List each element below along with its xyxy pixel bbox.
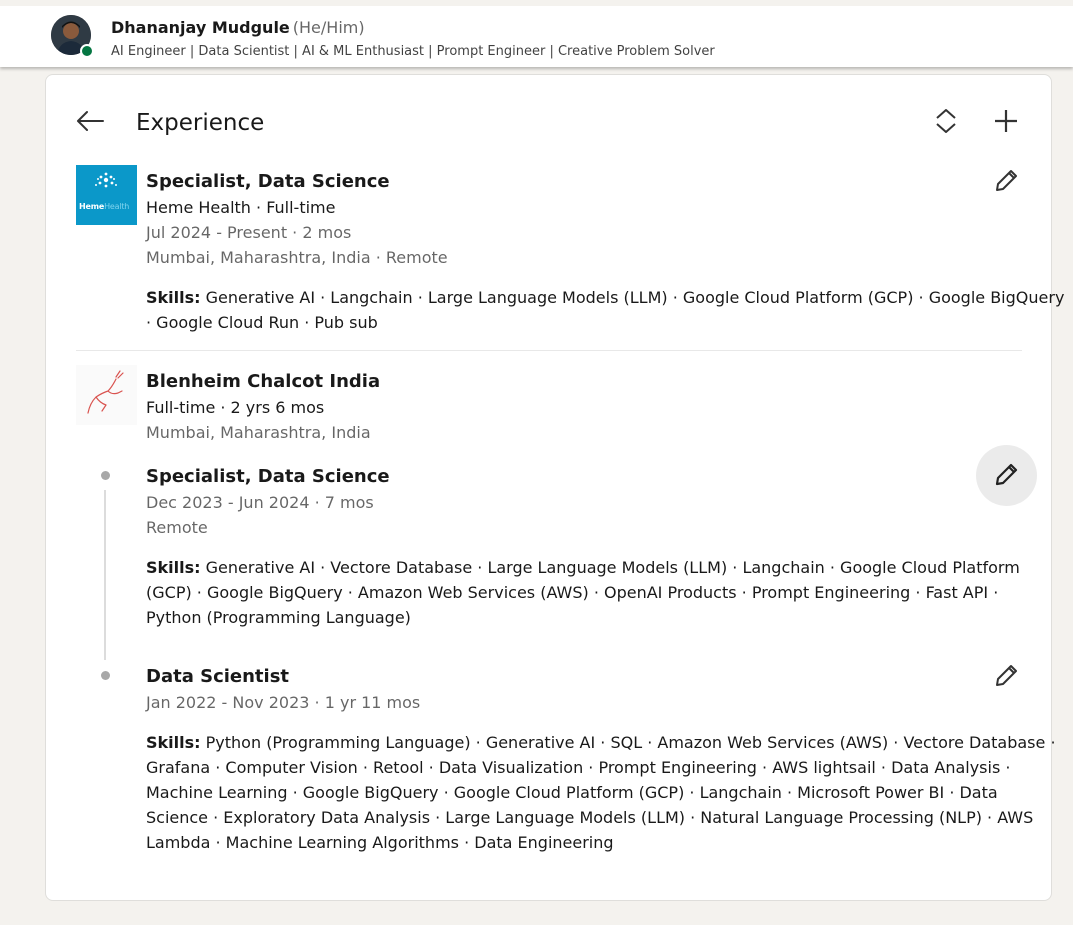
profile-headline: AI Engineer | Data Scientist | AI & ML E… bbox=[111, 44, 715, 59]
add-experience-button[interactable] bbox=[988, 103, 1024, 139]
divider bbox=[76, 350, 1022, 351]
company-name[interactable]: Blenheim Chalcot India bbox=[146, 371, 380, 392]
skills-text: Grafana · Computer Vision · Retool · Dat… bbox=[146, 758, 1011, 777]
plus-icon bbox=[995, 110, 1017, 132]
role-title: Data Scientist bbox=[146, 666, 290, 687]
blenheim-chalcot-logo[interactable] bbox=[76, 365, 137, 425]
pencil-icon bbox=[995, 463, 1018, 486]
skills-text: Generative AI · Langchain · Large Langua… bbox=[205, 288, 1065, 307]
gazelle-logo-mark bbox=[87, 370, 124, 414]
company-location: Mumbai, Maharashtra, India bbox=[146, 423, 371, 442]
company-employment: Full-time · 2 yrs 6 mos bbox=[146, 398, 325, 417]
timeline-dot bbox=[101, 671, 110, 680]
skills-text: Science · Exploratory Data Analysis · La… bbox=[146, 808, 1034, 827]
section-title: Experience bbox=[136, 110, 265, 136]
skills-text: Python (Programming Language) · Generati… bbox=[205, 733, 1056, 752]
skills-label: Skills: bbox=[146, 733, 201, 752]
profile-name[interactable]: Dhananjay Mudgule bbox=[111, 18, 290, 37]
edit-role-button[interactable] bbox=[976, 445, 1037, 506]
skills-text: Lambda · Machine Learning Algorithms · D… bbox=[146, 833, 614, 852]
online-status-indicator bbox=[80, 44, 94, 58]
skills-text: (GCP) · Google BigQuery · Amazon Web Ser… bbox=[146, 583, 999, 602]
skills-label: Skills: bbox=[146, 288, 201, 307]
profile-pronouns: (He/Him) bbox=[292, 18, 365, 37]
role-title: Specialist, Data Science bbox=[146, 466, 390, 487]
role-dates: Jan 2022 - Nov 2023 · 1 yr 11 mos bbox=[146, 693, 421, 712]
pencil-icon bbox=[996, 665, 1017, 686]
pencil-icon bbox=[996, 170, 1017, 191]
skills-text: · Google Cloud Run · Pub sub bbox=[146, 313, 378, 332]
skills-label: Skills: bbox=[146, 558, 201, 577]
edit-role-button[interactable] bbox=[986, 656, 1026, 696]
experience-title: Specialist, Data Science bbox=[146, 171, 390, 192]
experience-dates: Jul 2024 - Present · 2 mos bbox=[146, 223, 352, 242]
timeline-dot bbox=[101, 471, 110, 480]
arrow-left-icon bbox=[77, 111, 104, 131]
reorder-button[interactable] bbox=[928, 103, 964, 139]
role-location: Remote bbox=[146, 518, 208, 537]
skills-text: Machine Learning · Google BigQuery · Goo… bbox=[146, 783, 998, 802]
edit-experience-button[interactable] bbox=[986, 161, 1026, 201]
profile-name-line: Dhananjay Mudgule (He/Him) bbox=[111, 18, 365, 37]
profile-sticky-header: Dhananjay Mudgule (He/Him) AI Engineer | … bbox=[0, 0, 1073, 67]
skills-text: Generative AI · Vectore Database · Large… bbox=[205, 558, 1020, 577]
role-dates: Dec 2023 - Jun 2024 · 7 mos bbox=[146, 493, 374, 512]
experience-card: Experience HemeHealth Specialist, Data S… bbox=[45, 74, 1064, 901]
experience-location: Mumbai, Maharashtra, India · Remote bbox=[146, 248, 448, 267]
back-button[interactable] bbox=[72, 103, 108, 139]
heme-health-logo-text: HemeHealth bbox=[79, 202, 130, 211]
experience-company: Heme Health · Full-time bbox=[146, 198, 336, 217]
heme-health-logo-mark bbox=[95, 172, 117, 188]
timeline-line bbox=[104, 490, 106, 660]
reorder-icon bbox=[936, 109, 956, 133]
heme-health-logo[interactable]: HemeHealth bbox=[76, 165, 137, 225]
skills-text: Python (Programming Language) bbox=[146, 608, 411, 627]
